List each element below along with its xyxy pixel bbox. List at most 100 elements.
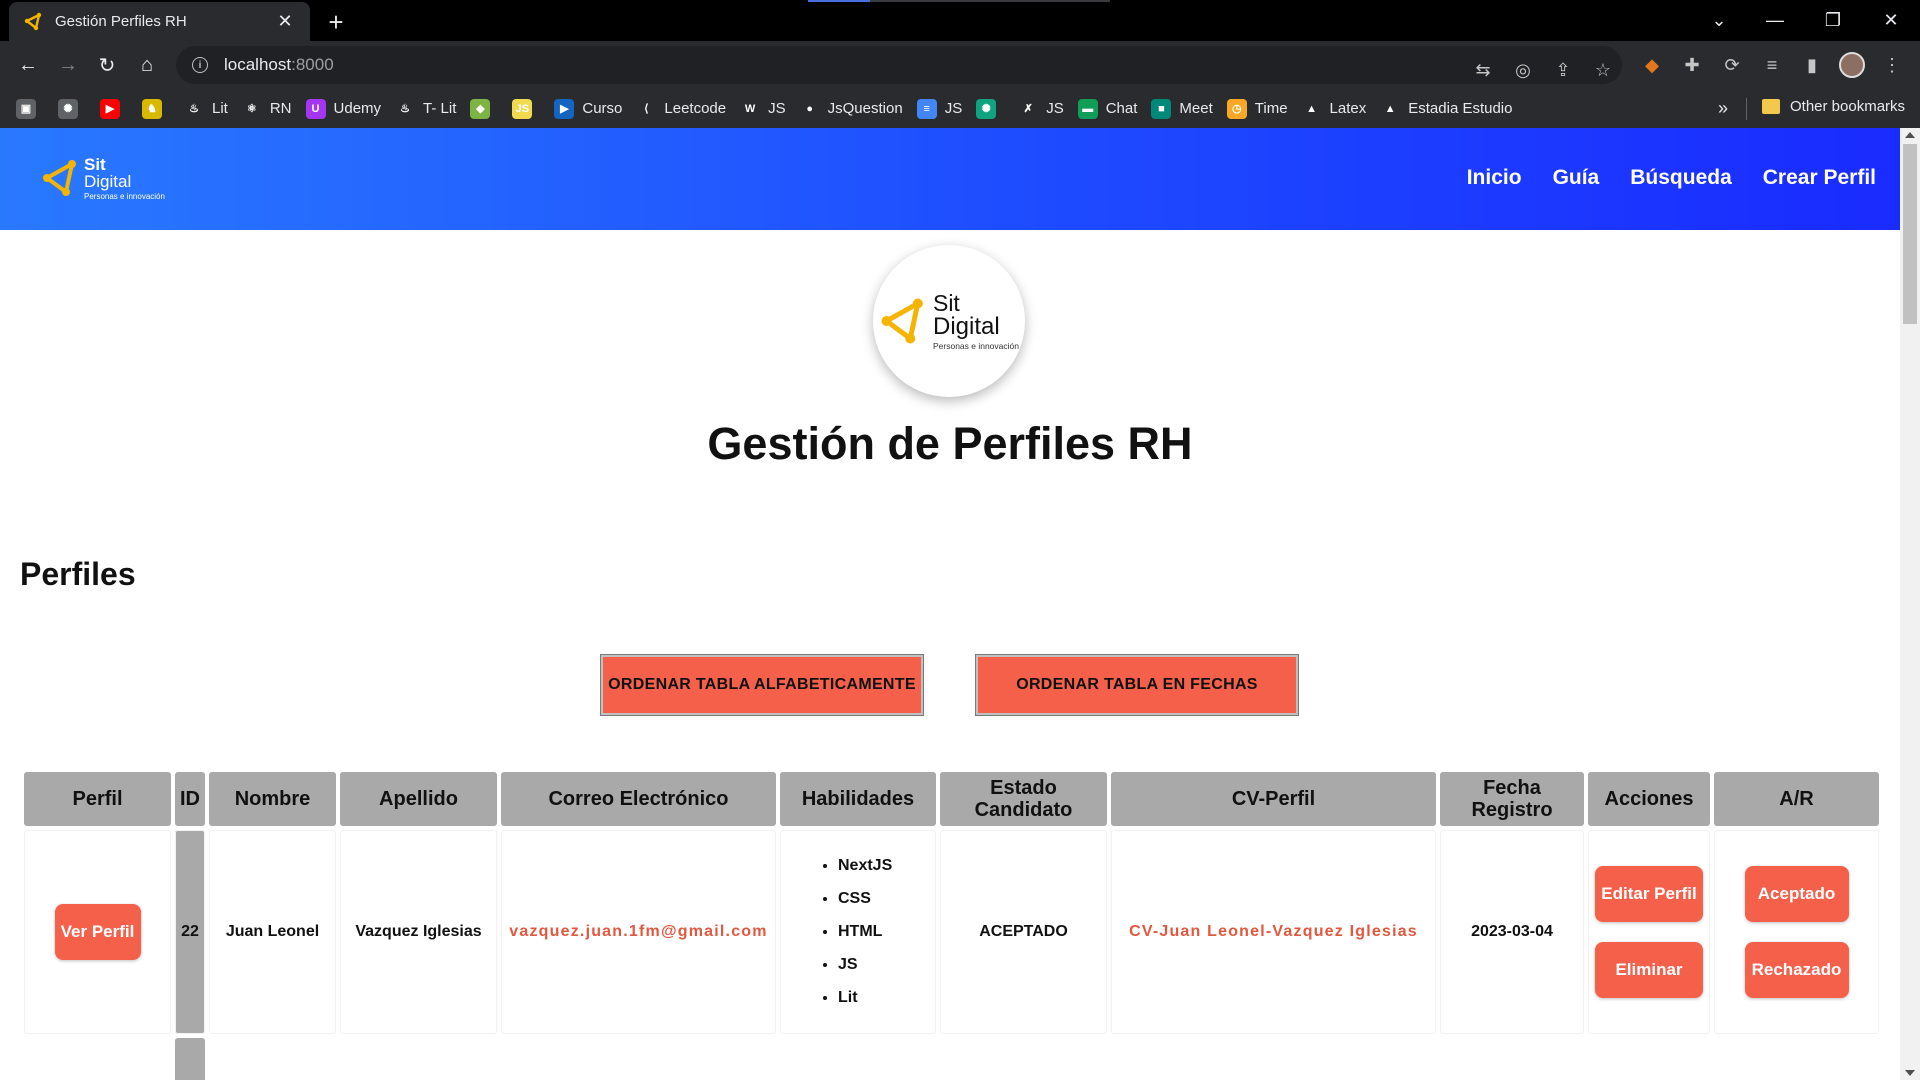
metamask-fox-icon[interactable]: ◆ — [1638, 51, 1666, 79]
bookmark-item[interactable]: ◷ Time — [1226, 98, 1288, 119]
view-profile-button[interactable]: Ver Perfil — [54, 904, 141, 960]
email-link[interactable]: vazquez.juan.1fm@gmail.com — [509, 923, 767, 940]
cell-acciones — [1588, 1038, 1710, 1080]
bookmark-item[interactable]: ◆ — [470, 98, 498, 119]
accept-button[interactable]: Aceptado — [1744, 866, 1849, 922]
bookmark-item[interactable]: ♨ T- Lit — [395, 98, 456, 119]
cell-ar — [1714, 1038, 1879, 1080]
url-host: localhost — [224, 55, 292, 74]
bookmark-item[interactable]: U Udemy — [305, 98, 381, 119]
browser-chrome: Gestión Perfiles RH ✕ + ⌄ — ❐ ✕ ← → ↻ ⌂ … — [0, 0, 1920, 128]
delete-button[interactable]: Eliminar — [1595, 942, 1703, 998]
nav-link-inicio[interactable]: Inicio — [1467, 166, 1522, 190]
bookmark-item[interactable]: ✺ — [976, 98, 1004, 119]
scroll-up-arrow-icon[interactable] — [1905, 132, 1915, 138]
close-window-icon[interactable]: ✕ — [1868, 4, 1914, 36]
translate-icon[interactable]: ⇆ — [1470, 57, 1496, 83]
bookmark-item[interactable]: ■ Meet — [1151, 98, 1213, 119]
bookmark-label: Curso — [582, 100, 623, 117]
close-tab-icon[interactable]: ✕ — [274, 11, 296, 33]
nav-link-crear-perfil[interactable]: Crear Perfil — [1763, 166, 1876, 190]
reject-button[interactable]: Rechazado — [1744, 942, 1849, 998]
cv-link[interactable]: CV-Juan Leonel-Vazquez Iglesias — [1129, 923, 1418, 940]
lit-flame-icon: ♨ — [395, 98, 416, 119]
scroll-down-arrow-icon[interactable] — [1905, 1070, 1915, 1076]
bookmark-item[interactable]: ▶ — [100, 98, 128, 119]
bookmark-item[interactable]: ▣ — [16, 98, 44, 119]
logo-digital-text: Digital — [932, 312, 1000, 340]
bookmark-item[interactable]: ▶ Curso — [554, 98, 623, 119]
bookmark-label: Chat — [1105, 100, 1138, 117]
column-header: Nombre — [209, 772, 336, 826]
side-panel-icon[interactable]: ▮ — [1798, 51, 1826, 79]
tab-search-chevron-icon[interactable]: ⌄ — [1696, 4, 1742, 36]
bookmark-item[interactable]: ≡ JS — [916, 98, 963, 119]
page-viewport: Sit Digital Personas e innovación Inicio… — [0, 128, 1920, 1080]
column-header: CV-Perfil — [1111, 772, 1436, 826]
restore-icon[interactable]: ❐ — [1810, 4, 1856, 36]
bookmark-label: Meet — [1179, 100, 1213, 117]
profile-avatar[interactable] — [1838, 51, 1866, 79]
reading-list-icon[interactable]: ≡ — [1758, 51, 1786, 79]
cell-apellido: Vazquez Iglesias — [340, 830, 497, 1034]
bookmark-item[interactable]: ▲ Estadia Estudio — [1380, 98, 1512, 119]
bookmark-label: JS — [944, 100, 963, 117]
list-item: HTML — [838, 923, 936, 941]
eye-off-icon[interactable]: ◎ — [1510, 57, 1536, 83]
cell-cv — [1111, 1038, 1436, 1080]
bookmark-label: JS — [768, 100, 786, 117]
address-bar[interactable]: i localhost:8000 ⇆ ◎ ⇪ ☆ — [176, 46, 1622, 84]
bookmark-item[interactable]: ● JsQuestion — [799, 98, 903, 119]
bookmark-item[interactable]: W JS — [740, 98, 786, 119]
bookmark-item[interactable]: ⟨ Leetcode — [636, 98, 726, 119]
scrollbar-thumb[interactable] — [1903, 144, 1917, 324]
bookmark-item[interactable]: ✺ — [58, 98, 86, 119]
sort-alphabetical-button[interactable]: ORDENAR TABLA ALFABETICAMENTE — [600, 654, 924, 716]
bookmark-item[interactable]: ♨ Lit — [184, 98, 228, 119]
reload-icon[interactable]: ↻ — [91, 49, 123, 81]
bookmark-star-icon[interactable]: ☆ — [1590, 57, 1616, 83]
github-icon: ● — [799, 98, 820, 119]
page-scrollbar[interactable] — [1900, 128, 1920, 1080]
minimize-icon[interactable]: — — [1752, 4, 1798, 36]
cell-fecha: 2023-03-04 — [1440, 830, 1584, 1034]
edit-profile-button[interactable]: Editar Perfil — [1595, 866, 1703, 922]
bookmark-item[interactable]: ♞ — [142, 98, 170, 119]
cell-nombre: Juan Leonel — [209, 830, 336, 1034]
cell-correo: vazquez.juan.1fm@gmail.com — [501, 830, 776, 1034]
tab-strip-indicator-active — [808, 0, 870, 2]
column-header: Correo Electrónico — [501, 772, 776, 826]
sit-digital-favicon-icon — [23, 11, 45, 33]
menu-kebab-icon[interactable]: ⋮ — [1878, 51, 1906, 79]
forward-arrow-icon[interactable]: → — [52, 49, 84, 81]
home-icon[interactable]: ⌂ — [131, 49, 163, 81]
nav-link-guia[interactable]: Guía — [1553, 166, 1600, 190]
nav-link-busqueda[interactable]: Búsqueda — [1630, 166, 1732, 190]
list-item: CSS — [838, 890, 936, 908]
bookmark-item[interactable]: JS — [512, 98, 540, 119]
cell-ar: Aceptado Rechazado — [1714, 830, 1879, 1034]
logo-tagline: Personas e innovación — [84, 191, 165, 201]
skills-list: NextJS CSS HTML JS Lit — [780, 857, 936, 1007]
new-tab-icon[interactable]: + — [322, 7, 350, 37]
play-icon: ▶ — [554, 98, 575, 119]
cell-perfil: Ver Perfil — [24, 830, 171, 1034]
sync-icon[interactable]: ⟳ — [1718, 51, 1746, 79]
other-bookmarks-folder[interactable]: Other bookmarks — [1762, 98, 1905, 115]
bookmarks-overflow-chevron[interactable]: » — [1718, 98, 1728, 119]
bookmark-item[interactable]: ⚛ RN — [241, 98, 292, 119]
site-info-icon[interactable]: i — [192, 57, 208, 73]
extensions-puzzle-icon[interactable]: ✚ — [1678, 51, 1706, 79]
bookmark-item[interactable]: ▲ Latex — [1301, 98, 1366, 119]
cell-apellido — [340, 1038, 497, 1080]
cell-id — [175, 1038, 205, 1080]
chat-icon: ▬ — [1077, 98, 1098, 119]
share-icon[interactable]: ⇪ — [1550, 57, 1576, 83]
back-arrow-icon[interactable]: ← — [12, 49, 44, 81]
bookmark-item[interactable]: ▬ Chat — [1077, 98, 1138, 119]
sort-by-date-button[interactable]: ORDENAR TABLA EN FECHAS — [975, 654, 1299, 716]
browser-tab-active[interactable]: Gestión Perfiles RH ✕ — [9, 2, 310, 41]
table-row — [24, 1038, 1879, 1080]
bookmark-item[interactable]: ✗ JS — [1018, 98, 1064, 119]
header-logo[interactable]: Sit Digital Personas e innovación — [42, 152, 182, 204]
